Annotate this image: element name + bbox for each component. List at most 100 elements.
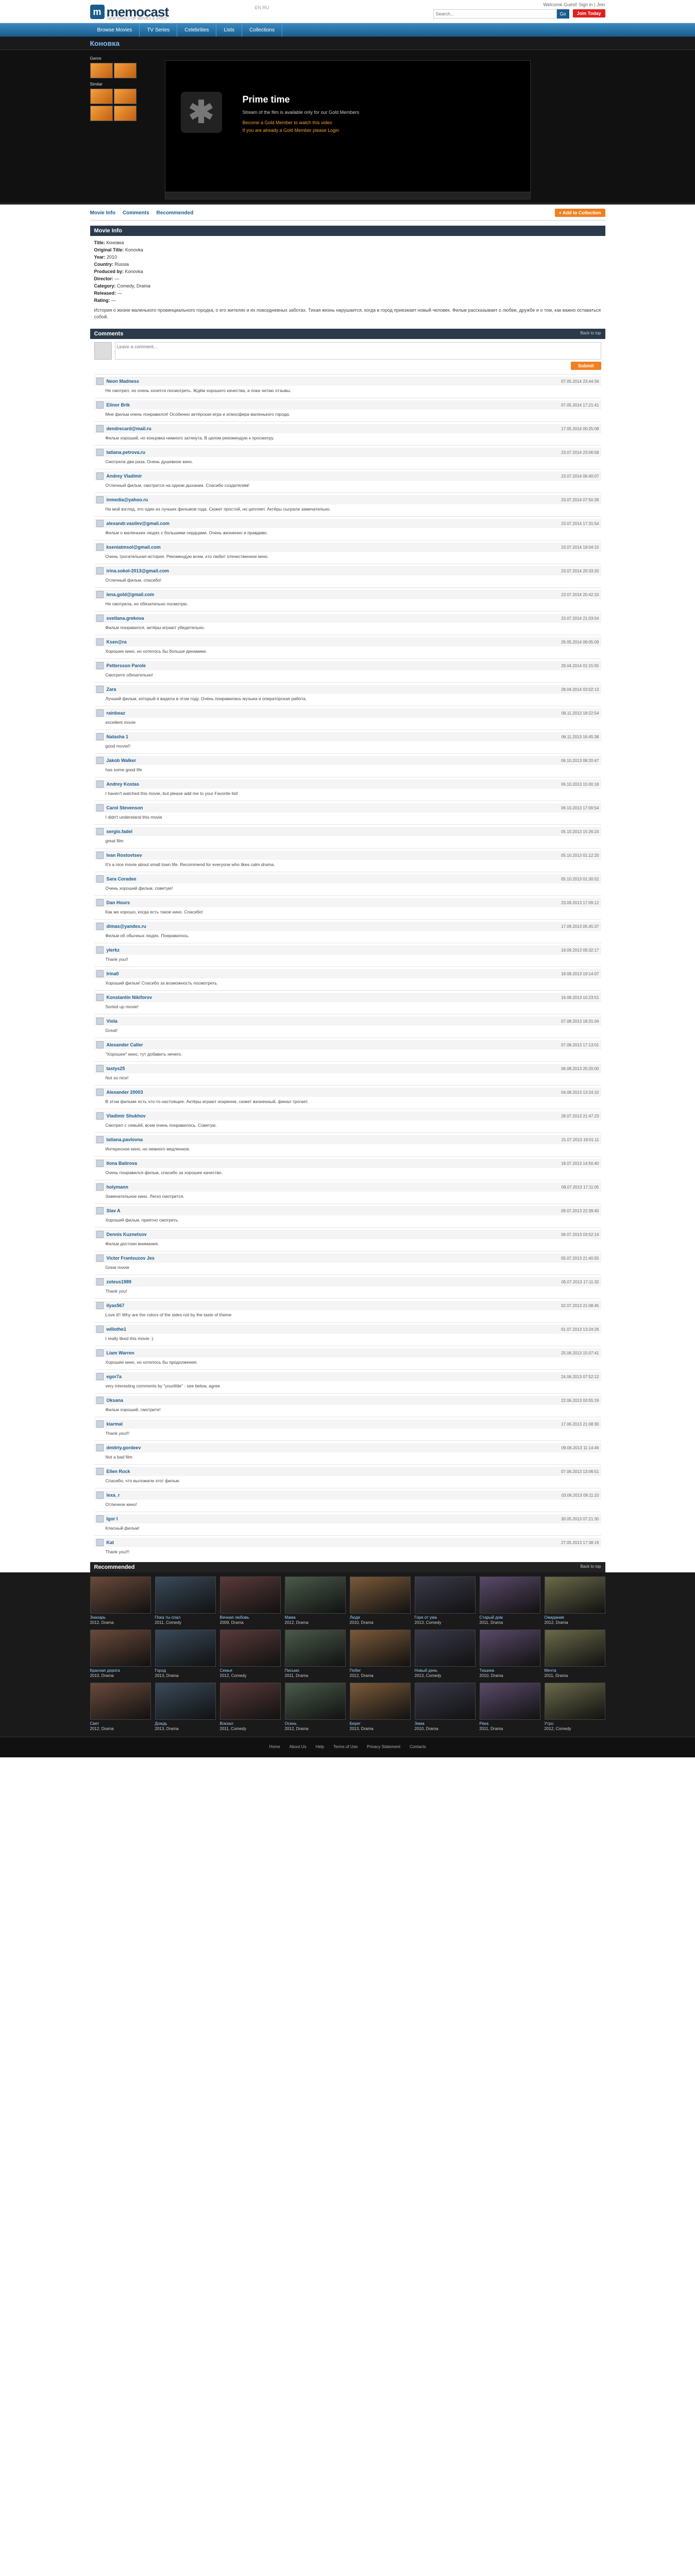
avatar[interactable] <box>96 544 104 551</box>
comment-author[interactable]: sergio.fadel <box>107 829 133 834</box>
comment-author[interactable]: Liam Warren <box>107 1350 134 1355</box>
avatar[interactable] <box>96 591 104 598</box>
comment-author[interactable]: Irina0 <box>107 971 119 976</box>
comment-author[interactable]: tatiana.pavlovna <box>107 1137 143 1142</box>
comment-author[interactable]: Victor Frantsuzov Jes <box>107 1256 155 1261</box>
avatar[interactable] <box>96 757 104 764</box>
search-button[interactable]: Go <box>556 9 569 19</box>
avatar[interactable] <box>96 1302 104 1309</box>
nav-item-lists[interactable]: Lists <box>216 23 243 37</box>
recommended-item[interactable]: Зима 2010, Drama <box>414 1683 476 1732</box>
recommended-item[interactable]: Вокзал 2011, Comedy <box>219 1683 281 1732</box>
recommended-title[interactable]: Семья <box>220 1668 281 1673</box>
comment-author[interactable]: inmedia@yahoo.ru <box>107 497 148 502</box>
comment-author[interactable]: Neon Madness <box>107 379 140 384</box>
avatar[interactable] <box>96 1041 104 1048</box>
comment-author[interactable]: ilyas567 <box>107 1303 125 1308</box>
avatar[interactable] <box>96 638 104 646</box>
recommended-title[interactable]: Мечта <box>545 1668 605 1673</box>
recommended-item[interactable]: Новый день 2013, Comedy <box>414 1630 476 1679</box>
avatar[interactable] <box>96 923 104 930</box>
recommended-item[interactable]: Берег 2013, Drama <box>349 1683 411 1732</box>
comment-author[interactable]: Ellen Rock <box>107 1469 130 1474</box>
poster-image[interactable] <box>284 1577 346 1614</box>
join-button[interactable]: Join Today <box>572 9 605 18</box>
avatar[interactable] <box>96 1231 104 1238</box>
nav-item-collections[interactable]: Collections <box>242 23 282 37</box>
tab-comments[interactable]: Comments <box>123 210 149 216</box>
comment-author[interactable]: Igor I <box>107 1516 118 1521</box>
comment-author[interactable]: dimas@yandex.ru <box>107 924 146 929</box>
footer-link[interactable]: Privacy Statement <box>367 1744 400 1749</box>
avatar[interactable] <box>96 1373 104 1380</box>
comment-author[interactable]: Konstantin Nikiforov <box>107 995 152 1000</box>
recommended-title[interactable]: Город <box>155 1668 216 1673</box>
recommended-title[interactable]: Новый день <box>415 1668 476 1673</box>
comment-author[interactable]: Andrey Kostas <box>107 782 140 787</box>
comment-author[interactable]: Jakob Walker <box>107 758 137 763</box>
comment-author[interactable]: Sara Coradee <box>107 876 137 882</box>
recommended-title[interactable]: Свет <box>90 1721 151 1726</box>
avatar[interactable] <box>96 852 104 859</box>
comment-author[interactable]: holymann <box>107 1184 129 1190</box>
poster-image[interactable] <box>349 1630 411 1667</box>
avatar[interactable] <box>96 1492 104 1499</box>
recommended-item[interactable]: Старый дом 2011, Drama <box>479 1577 540 1625</box>
comment-author[interactable]: Alexander 20003 <box>107 1090 143 1095</box>
comment-author[interactable]: lexa_r <box>107 1493 120 1498</box>
poster-image[interactable] <box>90 1683 151 1720</box>
avatar[interactable] <box>96 1278 104 1285</box>
side-thumb[interactable] <box>113 89 137 104</box>
recommended-title[interactable]: Знахарь <box>90 1615 151 1620</box>
comment-author[interactable]: Carol Stevenson <box>107 805 143 810</box>
poster-image[interactable] <box>349 1683 411 1720</box>
avatar[interactable] <box>96 615 104 622</box>
avatar[interactable] <box>96 496 104 503</box>
poster-image[interactable] <box>284 1630 346 1667</box>
avatar[interactable] <box>96 1420 104 1428</box>
comment-author[interactable]: willothe1 <box>107 1327 127 1332</box>
recommended-title[interactable]: Зима <box>415 1721 476 1726</box>
footer-link[interactable]: Terms of Use <box>333 1744 358 1749</box>
recommended-title[interactable]: Старый дом <box>480 1615 540 1620</box>
recommended-title[interactable]: Красная дорога <box>90 1668 151 1673</box>
poster-image[interactable] <box>90 1577 151 1614</box>
recommended-item[interactable]: Письмо 2011, Drama <box>284 1630 346 1679</box>
recommended-title[interactable]: Тишина <box>480 1668 540 1673</box>
recommended-title[interactable]: Берег <box>350 1721 411 1726</box>
recommended-item[interactable]: Люди 2010, Drama <box>349 1577 411 1625</box>
avatar[interactable] <box>96 1065 104 1072</box>
poster-image[interactable] <box>544 1577 605 1614</box>
comment-author[interactable]: Kat <box>107 1540 114 1545</box>
recommended-title[interactable]: Ожидание <box>545 1615 605 1620</box>
poster-image[interactable] <box>284 1683 346 1720</box>
poster-image[interactable] <box>414 1683 476 1720</box>
search-input[interactable] <box>433 9 557 19</box>
recommended-item[interactable]: Побег 2012, Drama <box>349 1630 411 1679</box>
poster-image[interactable] <box>155 1683 216 1720</box>
poster-image[interactable] <box>219 1630 281 1667</box>
avatar[interactable] <box>96 1444 104 1451</box>
avatar[interactable] <box>96 1539 104 1546</box>
submit-comment-button[interactable]: Submit <box>571 362 601 370</box>
avatar[interactable] <box>96 1183 104 1191</box>
poster-image[interactable] <box>479 1683 540 1720</box>
comment-author[interactable]: Natasha 1 <box>107 734 129 739</box>
back-to-top-link[interactable]: Back to top <box>580 1564 601 1570</box>
back-to-top-link[interactable]: Back to top <box>580 331 601 337</box>
nav-item-celebrities[interactable]: Celebrities <box>177 23 217 37</box>
recommended-item[interactable]: Знахарь 2012, Drama <box>90 1577 151 1625</box>
recommended-title[interactable]: Осень <box>285 1721 346 1726</box>
recommended-title[interactable]: Мама <box>285 1615 346 1620</box>
recommended-title[interactable]: Люди <box>350 1615 411 1620</box>
recommended-item[interactable]: Семья 2012, Comedy <box>219 1630 281 1679</box>
avatar[interactable] <box>96 662 104 669</box>
comment-author[interactable]: svetlana.grekova <box>107 616 144 621</box>
avatar[interactable] <box>96 1515 104 1522</box>
recommended-item[interactable]: Мечта 2011, Drama <box>544 1630 605 1679</box>
comment-author[interactable]: Alexander Caller <box>107 1042 143 1047</box>
comment-author[interactable]: kseniatmsol@gmail.com <box>107 545 161 550</box>
footer-link[interactable]: About Us <box>290 1744 307 1749</box>
comment-author[interactable]: Oksana <box>107 1398 124 1403</box>
recommended-title[interactable]: Пока ты спал <box>155 1615 216 1620</box>
